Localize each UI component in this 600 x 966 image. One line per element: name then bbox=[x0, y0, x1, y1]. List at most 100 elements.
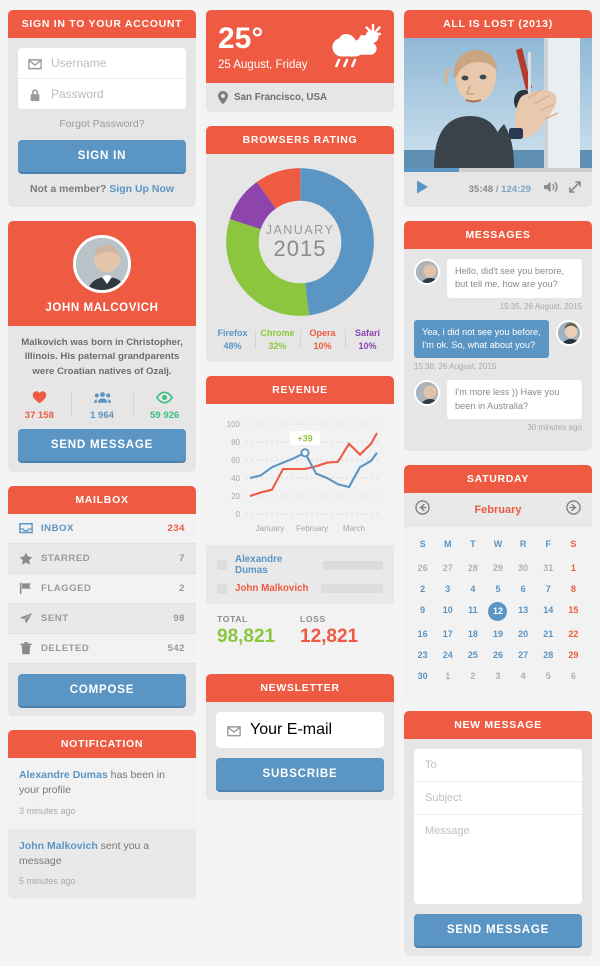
message-incoming: Hello, did't see you berore, but tell me… bbox=[414, 259, 582, 298]
arrow-right-circle-icon[interactable] bbox=[566, 500, 581, 520]
calendar-day[interactable]: 8 bbox=[561, 579, 586, 600]
calendar-day[interactable]: 17 bbox=[435, 624, 460, 645]
notification-item[interactable]: Alexandre Dumas has been in your profile… bbox=[8, 758, 196, 829]
checkbox-icon[interactable] bbox=[217, 560, 227, 570]
calendar-day[interactable]: 6 bbox=[511, 579, 536, 600]
calendar-day[interactable]: 19 bbox=[485, 624, 510, 645]
calendar-day[interactable]: 27 bbox=[435, 558, 460, 579]
legend-chrome[interactable]: Chrome 32% bbox=[255, 328, 300, 351]
calendar-day-selected[interactable]: 12 bbox=[485, 600, 510, 624]
calendar-day[interactable]: 1 bbox=[561, 558, 586, 579]
signup-link[interactable]: Sign Up Now bbox=[109, 183, 174, 195]
calendar-day[interactable]: 7 bbox=[536, 579, 561, 600]
legend-label: Opera bbox=[309, 328, 336, 338]
send-message-button[interactable]: SEND MESSAGE bbox=[414, 913, 582, 946]
donut-month: JANUARY bbox=[265, 222, 335, 237]
notification-who[interactable]: Alexandre Dumas bbox=[19, 769, 108, 781]
new-message-widget: NEW MESSAGE To Subject Message SEND MESS… bbox=[404, 710, 592, 956]
mailbox-item-inbox[interactable]: INBOX 234 bbox=[8, 514, 196, 545]
y-tick-100: 100 bbox=[227, 420, 241, 429]
mailbox-item-count: 7 bbox=[179, 553, 185, 565]
forgot-password-link[interactable]: Forgot Password? bbox=[18, 109, 186, 140]
calendar-day[interactable]: 15 bbox=[561, 600, 586, 624]
calendar-day[interactable]: 16 bbox=[410, 624, 435, 645]
calendar-day[interactable]: 6 bbox=[561, 666, 586, 687]
calendar-day[interactable]: 22 bbox=[561, 624, 586, 645]
video-frame bbox=[404, 38, 592, 168]
legend-label: Firefox bbox=[217, 328, 248, 338]
volume-icon[interactable] bbox=[543, 180, 560, 199]
calendar-day[interactable]: 11 bbox=[460, 600, 485, 624]
calendar-day[interactable]: 9 bbox=[410, 600, 435, 624]
calendar-day[interactable]: 5 bbox=[536, 666, 561, 687]
arrow-left-circle-icon[interactable] bbox=[415, 500, 430, 520]
newsletter-body: Your E-mail SUBSCRIBE bbox=[206, 702, 394, 800]
annotation-label: +39 bbox=[297, 434, 312, 444]
legend-label: Chrome bbox=[260, 328, 295, 338]
calendar-day[interactable]: 29 bbox=[561, 645, 586, 666]
mailbox-item-starred[interactable]: STARRED 7 bbox=[8, 544, 196, 575]
subscribe-button[interactable]: SUBSCRIBE bbox=[216, 758, 384, 790]
calendar-day[interactable]: 29 bbox=[485, 558, 510, 579]
message-field[interactable]: Message bbox=[414, 813, 582, 904]
calendar-day[interactable]: 27 bbox=[511, 645, 536, 666]
notification-item[interactable]: John Malkovich sent you a message 5 minu… bbox=[8, 828, 196, 900]
notification-who[interactable]: John Malkovich bbox=[19, 840, 98, 852]
compose-button[interactable]: COMPOSE bbox=[18, 674, 186, 707]
sign-in-button[interactable]: SIGN IN bbox=[18, 140, 186, 172]
credentials-box: Username Password bbox=[18, 48, 186, 109]
calendar-day[interactable]: 26 bbox=[410, 558, 435, 579]
fullscreen-icon[interactable] bbox=[568, 180, 582, 199]
calendar-day[interactable]: 14 bbox=[536, 600, 561, 624]
stat-views: 59 926 bbox=[133, 389, 196, 421]
mailbox-item-deleted[interactable]: DELETED 542 bbox=[8, 634, 196, 665]
play-icon[interactable] bbox=[414, 179, 430, 200]
calendar-day[interactable]: 13 bbox=[511, 600, 536, 624]
people-icon bbox=[71, 389, 134, 405]
calendar-day-selected-label: 12 bbox=[488, 602, 508, 622]
stat-likes-value: 37 158 bbox=[24, 410, 54, 422]
calendar-day[interactable]: 30 bbox=[511, 558, 536, 579]
video-time: 35:48 / 124:29 bbox=[469, 184, 531, 195]
username-field[interactable]: Username bbox=[18, 48, 186, 78]
calendar-day[interactable]: 4 bbox=[460, 579, 485, 600]
compose-wrap: COMPOSE bbox=[8, 664, 196, 716]
mailbox-item-flagged[interactable]: FLAGGED 2 bbox=[8, 574, 196, 605]
mailbox-item-sent[interactable]: SENT 98 bbox=[8, 604, 196, 635]
calendar-day[interactable]: 21 bbox=[536, 624, 561, 645]
video-time-separator: / bbox=[493, 184, 502, 195]
revenue-legend-row[interactable]: Alexandre Dumas bbox=[217, 554, 383, 576]
calendar-day[interactable]: 23 bbox=[410, 645, 435, 666]
calendar-day[interactable]: 1 bbox=[435, 666, 460, 687]
calendar-day[interactable]: 5 bbox=[485, 579, 510, 600]
revenue-legend-row[interactable]: John Malkovich bbox=[217, 583, 383, 594]
password-field[interactable]: Password bbox=[18, 78, 186, 109]
legend-firefox[interactable]: Firefox 48% bbox=[210, 328, 255, 351]
subject-field[interactable]: Subject bbox=[414, 780, 582, 814]
calendar-day[interactable]: 2 bbox=[460, 666, 485, 687]
video-stage[interactable] bbox=[404, 38, 592, 168]
calendar-day[interactable]: 31 bbox=[536, 558, 561, 579]
calendar-day[interactable]: 2 bbox=[410, 579, 435, 600]
calendar-day[interactable]: 26 bbox=[485, 645, 510, 666]
legend-opera[interactable]: Opera 10% bbox=[300, 328, 345, 351]
new-message-body: To Subject Message SEND MESSAGE bbox=[404, 739, 592, 956]
calendar-day[interactable]: 10 bbox=[435, 600, 460, 624]
calendar-day[interactable]: 25 bbox=[460, 645, 485, 666]
heart-icon bbox=[8, 389, 71, 405]
calendar-day[interactable]: 24 bbox=[435, 645, 460, 666]
calendar-day[interactable]: 3 bbox=[435, 579, 460, 600]
calendar-day[interactable]: 3 bbox=[485, 666, 510, 687]
email-field[interactable]: Your E-mail bbox=[216, 712, 384, 748]
legend-safari[interactable]: Safari 10% bbox=[345, 328, 390, 351]
calendar-day[interactable]: 28 bbox=[460, 558, 485, 579]
calendar-day[interactable]: 30 bbox=[410, 666, 435, 687]
calendar-day[interactable]: 28 bbox=[536, 645, 561, 666]
calendar-day[interactable]: 18 bbox=[460, 624, 485, 645]
calendar-day[interactable]: 20 bbox=[511, 624, 536, 645]
line-chart-svg: 100 80 60 40 20 0 January February March bbox=[227, 420, 378, 533]
calendar-day[interactable]: 4 bbox=[511, 666, 536, 687]
to-field[interactable]: To bbox=[414, 749, 582, 781]
checkbox-icon[interactable] bbox=[217, 583, 227, 594]
send-message-button[interactable]: SEND MESSAGE bbox=[18, 429, 186, 462]
